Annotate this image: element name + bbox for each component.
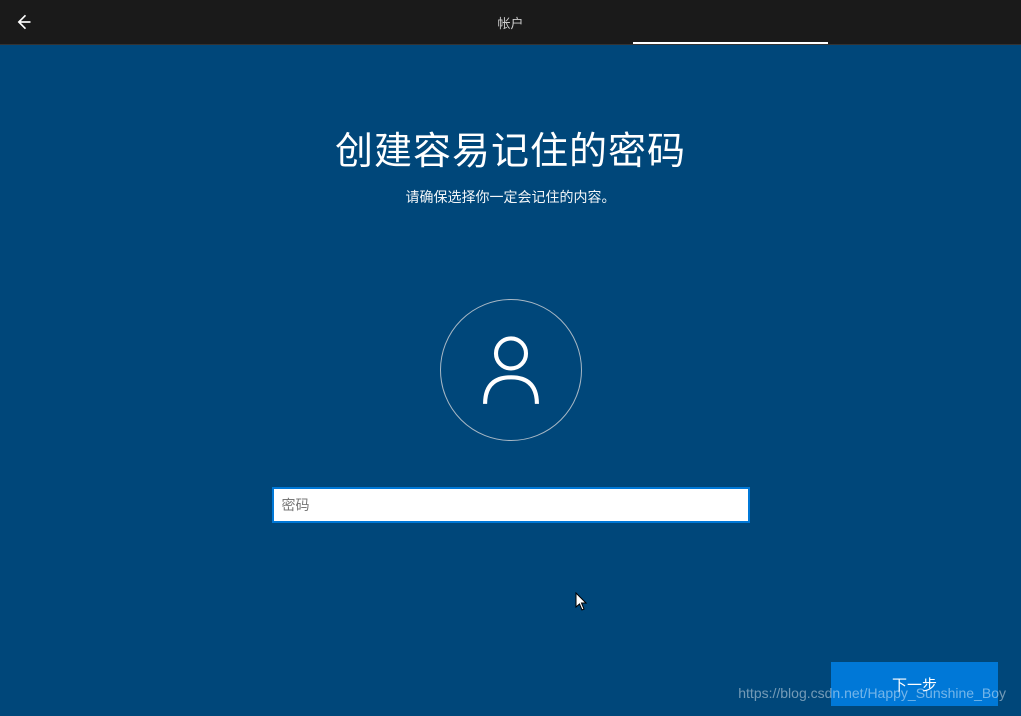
next-button[interactable]: 下一步 [831, 662, 998, 706]
header-active-underline [633, 42, 828, 44]
user-icon [476, 333, 546, 408]
back-button[interactable] [0, 0, 45, 45]
arrow-left-icon [13, 12, 33, 32]
page-title: 创建容易记住的密码 [335, 120, 686, 175]
content-area: 创建容易记住的密码 请确保选择你一定会记住的内容。 下一步 https://bl… [0, 45, 1021, 716]
page-subtitle: 请确保选择你一定会记住的内容。 [406, 187, 616, 207]
header-title: 帐户 [497, 13, 523, 32]
password-input[interactable] [272, 487, 750, 523]
header-bar: 帐户 [0, 0, 1021, 45]
user-avatar [440, 299, 582, 441]
